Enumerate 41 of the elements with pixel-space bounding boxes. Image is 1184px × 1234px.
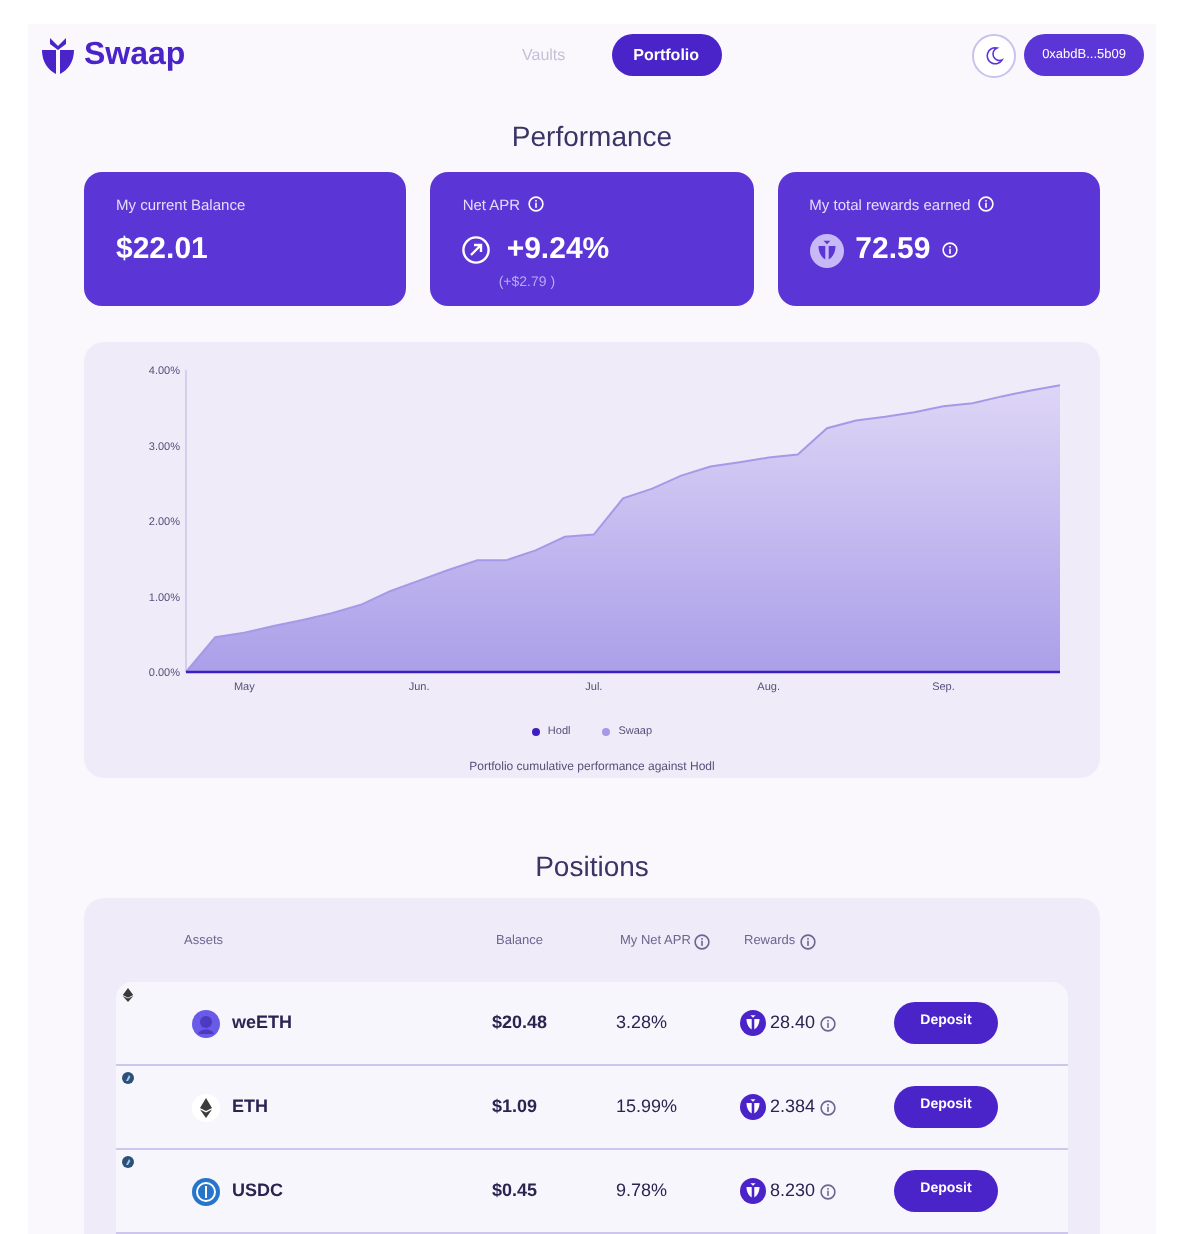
asset-name: ETH [232,1093,268,1120]
chain-icon [122,1072,134,1084]
chain-icon [122,1156,134,1168]
trend-up-icon [462,236,491,265]
info-icon [694,934,711,950]
rewards-cell-text: 2.384 [770,1093,816,1120]
asset-name: weETH [232,1009,293,1036]
token-icon [192,1093,220,1121]
section-title: Positions [533,848,651,884]
apr-cell-text: 9.78% [616,1177,670,1204]
balance-cell-text: $20.48 [492,1009,550,1036]
balance-value: $22.01 [116,230,210,270]
info-icon [978,196,995,213]
nav-tab[interactable]: Portfolio [611,34,722,77]
theme-toggle-button[interactable] [972,33,1017,78]
coin-icon [809,233,844,268]
rewards-cell-text: 8.230 [770,1177,816,1204]
info-icon [799,934,816,950]
section-title: Performance [509,117,675,154]
token-icon [192,1009,220,1037]
logo-icon [40,35,76,76]
moon-icon [984,45,1005,66]
info-icon [942,242,959,259]
coin-icon [740,1094,766,1120]
rewards-value: 72.59 [855,230,931,270]
balance-cell-text: $0.45 [492,1177,540,1204]
apr-cell-text: 15.99% [616,1093,680,1120]
info-icon [528,196,545,213]
asset-name: USDC [232,1177,284,1204]
chain-icon [122,988,134,1002]
info-icon [819,1099,836,1115]
token-icon [192,1177,220,1205]
info-icon [819,1183,836,1199]
apr-cell-text: 3.28% [616,1009,670,1036]
rewards-cell-text: 28.40 [770,1009,816,1036]
logo-text: Swaap [84,35,186,76]
info-icon [819,1015,836,1031]
coin-icon [740,1010,766,1036]
coin-icon [740,1178,766,1204]
balance-cell-text: $1.09 [492,1093,540,1120]
apr-value: +9.24% [506,230,610,270]
